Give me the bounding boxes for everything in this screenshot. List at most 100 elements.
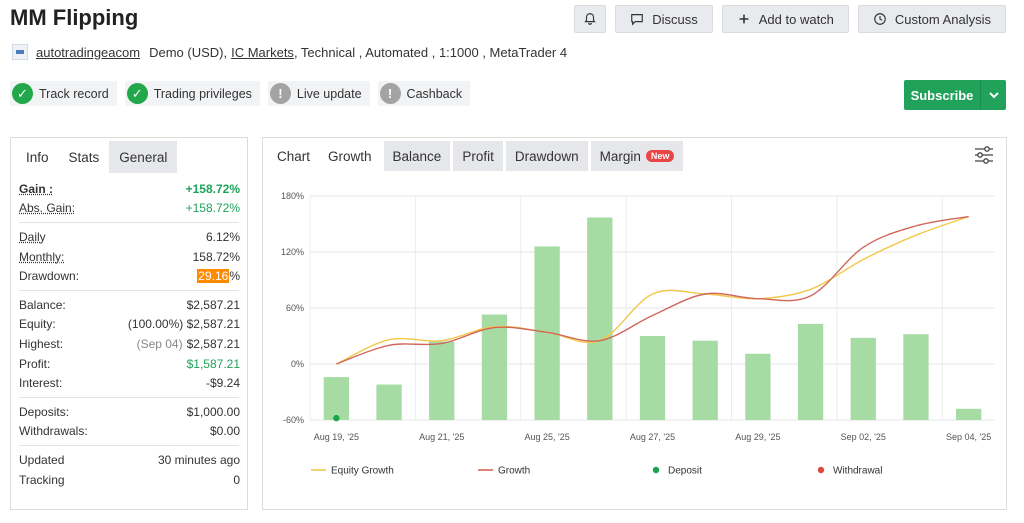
add-to-watch-label: Add to watch [758, 11, 834, 27]
highest-label: Highest: [19, 336, 64, 351]
divider [19, 289, 239, 291]
subscribe-label: Subscribe [910, 87, 974, 103]
gain-value: +158.72% [185, 181, 240, 196]
new-badge: New [645, 150, 675, 162]
add-to-watch-button[interactable]: Add to watch [721, 5, 849, 33]
abs-gain-label[interactable]: Abs. Gain: [19, 201, 75, 215]
header-actions: Discuss Add to watch Custom Analysis [574, 5, 1006, 33]
legend-label: Deposit [668, 466, 702, 477]
x-tick-label: Aug 25, '25 [524, 432, 569, 442]
broker-link[interactable]: IC Markets [231, 45, 294, 60]
growth-bar [745, 353, 771, 420]
notify-button[interactable] [574, 5, 607, 33]
divider [19, 222, 239, 224]
x-tick-label: Aug 29, '25 [735, 432, 780, 442]
profit-value: $1,587.21 [186, 356, 240, 371]
x-tick-label: Aug 27, '25 [630, 432, 675, 442]
meta-suffix: , Technical , Automated , 1:1000 , MetaT… [293, 44, 568, 60]
legend-swatch [817, 466, 825, 474]
legend-swatch [652, 466, 660, 474]
badge-label: Live update [296, 86, 362, 101]
updated-label: Updated [19, 452, 65, 467]
growth-bar [797, 323, 824, 420]
badge-cashback[interactable]: ! Cashback [377, 81, 471, 106]
tab-stats[interactable]: Stats [58, 141, 110, 173]
growth-bar [323, 377, 349, 420]
growth-bar [429, 341, 455, 420]
deposits-label: Deposits: [19, 404, 70, 419]
monthly-value: 158.72% [192, 249, 240, 264]
growth-bar [956, 408, 982, 420]
abs-gain-value: +158.72% [185, 201, 240, 216]
clock-icon [874, 13, 886, 25]
growth-bar [692, 340, 718, 420]
y-tick-label: 0% [291, 359, 304, 369]
growth-bar [639, 336, 666, 420]
tab-drawdown[interactable]: Drawdown [505, 141, 588, 171]
badge-track-record[interactable]: ✓ Track record [10, 81, 117, 106]
drawdown-label: Drawdown: [19, 269, 80, 284]
deposit-point [333, 414, 340, 422]
legend-label: Equity Growth [331, 466, 394, 477]
tab-balance[interactable]: Balance [383, 141, 451, 171]
badge-label: Trading privileges [153, 86, 252, 101]
check-icon: ✓ [126, 83, 148, 104]
growth-bar [481, 314, 508, 420]
stats-panel: Info Stats General Gain : +158.72% Abs. G… [10, 137, 248, 510]
growth-bar [850, 337, 876, 420]
x-tick-label: Sep 02, '25 [841, 432, 886, 442]
growth-bar [376, 384, 402, 420]
growth-bar [587, 217, 613, 420]
page-title: MM Flipping [10, 5, 139, 30]
settings-sliders-icon[interactable] [974, 146, 994, 164]
badge-live-update[interactable]: ! Live update [267, 81, 370, 106]
badge-trading-privileges[interactable]: ✓ Trading privileges [124, 81, 260, 106]
drawdown-value: 29.16 [197, 269, 230, 284]
subscribe-dropdown[interactable] [980, 80, 1006, 110]
divider [19, 396, 239, 398]
check-icon: ✓ [12, 83, 33, 104]
exclamation-icon: ! [269, 83, 291, 104]
growth-chart: 180% 120% 60% 0% -60% Aug 19, '25 Aug 21, '25 A… [281, 191, 995, 477]
plus-icon [739, 14, 749, 24]
account-meta: autotradingeacom Demo (USD), IC Markets … [12, 44, 567, 60]
interest-label: Interest: [19, 376, 63, 391]
badge-label: Cashback [406, 86, 463, 101]
tab-growth[interactable]: Growth [319, 141, 381, 171]
subscribe-button[interactable]: Subscribe [904, 80, 1006, 110]
equity-value: (100.00%) $2,587.21 [127, 317, 240, 332]
x-tick-label: Aug 21, '25 [419, 432, 464, 442]
interest-value: -$9.24 [205, 376, 240, 391]
tab-margin[interactable]: Margin New [590, 141, 684, 171]
tab-chart[interactable]: Chart [268, 141, 320, 171]
divider [19, 445, 239, 447]
tab-info[interactable]: Info [16, 141, 59, 173]
bell-icon [584, 13, 596, 25]
author-link[interactable]: autotradingeacom [36, 45, 140, 60]
profit-label: Profit: [19, 356, 51, 371]
tab-profit[interactable]: Profit [453, 141, 503, 171]
highest-date: (Sep 04) [136, 336, 183, 351]
tab-margin-label: Margin [599, 148, 641, 164]
withdrawals-value: $0.00 [209, 424, 240, 439]
discuss-button[interactable]: Discuss [615, 5, 713, 33]
equity-label: Equity: [19, 317, 56, 332]
custom-analysis-button[interactable]: Custom Analysis [857, 5, 1006, 33]
gain-label[interactable]: Gain : [19, 182, 53, 196]
chart-panel: Chart Growth Balance Profit Drawdown Mar… [262, 137, 1007, 510]
y-tick-label: 180% [281, 191, 304, 201]
chevron-down-icon [988, 92, 999, 99]
chart-tabs: Chart Growth Balance Profit Drawdown Mar… [268, 141, 1006, 171]
daily-value: 6.12% [205, 229, 240, 244]
tracking-label: Tracking [19, 472, 65, 487]
y-tick-label: -60% [283, 415, 304, 425]
monthly-label[interactable]: Monthly: [19, 250, 64, 264]
author-avatar [12, 44, 28, 60]
badge-row: ✓ Track record ✓ Trading privileges ! Li… [10, 81, 471, 106]
x-tick-label: Sep 04, '25 [946, 432, 991, 442]
badge-label: Track record [39, 86, 109, 101]
deposits-value: $1,000.00 [186, 404, 240, 419]
legend-label: Growth [498, 466, 530, 477]
tab-general[interactable]: General [109, 141, 178, 173]
daily-label[interactable]: Daily [19, 230, 46, 244]
